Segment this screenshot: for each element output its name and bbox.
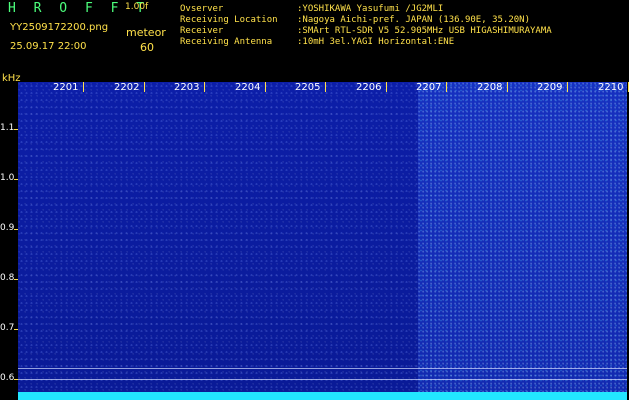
app-version: 1.00f bbox=[125, 2, 149, 12]
y-tick-label: 0.8 bbox=[0, 273, 15, 283]
y-tick-label: 1.0 bbox=[0, 173, 15, 183]
x-tick bbox=[204, 82, 205, 92]
antenna-value: :10mH 3el.YAGI Horizontal:ENE bbox=[297, 37, 455, 47]
x-tick bbox=[265, 82, 266, 92]
capture-datetime: 25.09.17 22:00 bbox=[10, 41, 87, 52]
y-tick-label: 0.6 bbox=[0, 373, 15, 383]
x-tick bbox=[567, 82, 568, 92]
y-tick-label: 0.9 bbox=[0, 223, 15, 233]
x-tick bbox=[83, 82, 84, 92]
y-tick bbox=[14, 329, 18, 330]
x-tick-label: 2203 bbox=[174, 82, 200, 93]
mode-label: meteor bbox=[126, 26, 166, 39]
x-tick-label: 2204 bbox=[235, 82, 261, 93]
antenna-key: Receiving Antenna bbox=[180, 37, 273, 47]
antenna-row: Receiving Antenna :10mH 3el.YAGI Horizont… bbox=[180, 37, 552, 48]
y-tick bbox=[14, 279, 18, 280]
observer-row: Ovserver :YOSHIKAWA Yasufumi /JG2MLI bbox=[180, 4, 552, 15]
y-tick bbox=[14, 379, 18, 380]
x-tick bbox=[325, 82, 326, 92]
x-tick-label: 2210 bbox=[598, 82, 624, 93]
image-filename: YY2509172200.png bbox=[10, 22, 109, 33]
spectrogram-right-region bbox=[418, 82, 627, 400]
location-row: Receiving Location :Nagoya Aichi-pref. JA… bbox=[180, 15, 552, 26]
station-info: Ovserver :YOSHIKAWA Yasufumi /JG2MLI Rece… bbox=[180, 4, 552, 48]
marker-line bbox=[18, 379, 627, 380]
location-key: Receiving Location bbox=[180, 15, 278, 25]
baseline-band bbox=[18, 392, 627, 400]
spectrogram-plot bbox=[18, 82, 627, 400]
x-tick-label: 2206 bbox=[356, 82, 382, 93]
x-tick-label: 2205 bbox=[295, 82, 321, 93]
mode-value: 60 bbox=[140, 41, 154, 54]
location-value: :Nagoya Aichi-pref. JAPAN (136.90E, 35.2… bbox=[297, 15, 530, 25]
x-tick bbox=[446, 82, 447, 92]
spectrogram-left-region bbox=[18, 82, 418, 400]
y-tick-label: 0.7 bbox=[0, 323, 15, 333]
observer-key: Ovserver bbox=[180, 4, 224, 14]
y-tick-label: 1.1 bbox=[0, 123, 15, 133]
x-tick-label: 2209 bbox=[537, 82, 563, 93]
x-tick bbox=[507, 82, 508, 92]
y-tick bbox=[14, 179, 18, 180]
header-panel: H R O F F T 1.00f YY2509172200.png 25.09… bbox=[0, 0, 629, 84]
receiver-row: Receiver :SMArt RTL-SDR V5 52.905MHz USB … bbox=[180, 26, 552, 37]
x-tick bbox=[144, 82, 145, 92]
observer-value: :YOSHIKAWA Yasufumi /JG2MLI bbox=[297, 4, 444, 14]
receiver-key: Receiver bbox=[180, 26, 224, 36]
x-tick-label: 2202 bbox=[114, 82, 140, 93]
y-tick bbox=[14, 129, 18, 130]
x-tick-label: 2207 bbox=[416, 82, 442, 93]
receiver-value: :SMArt RTL-SDR V5 52.905MHz USB HIGASHIM… bbox=[297, 26, 552, 36]
y-tick bbox=[14, 229, 18, 230]
marker-line bbox=[18, 368, 627, 369]
x-tick bbox=[386, 82, 387, 92]
x-tick-label: 2208 bbox=[477, 82, 503, 93]
x-tick-label: 2201 bbox=[53, 82, 79, 93]
